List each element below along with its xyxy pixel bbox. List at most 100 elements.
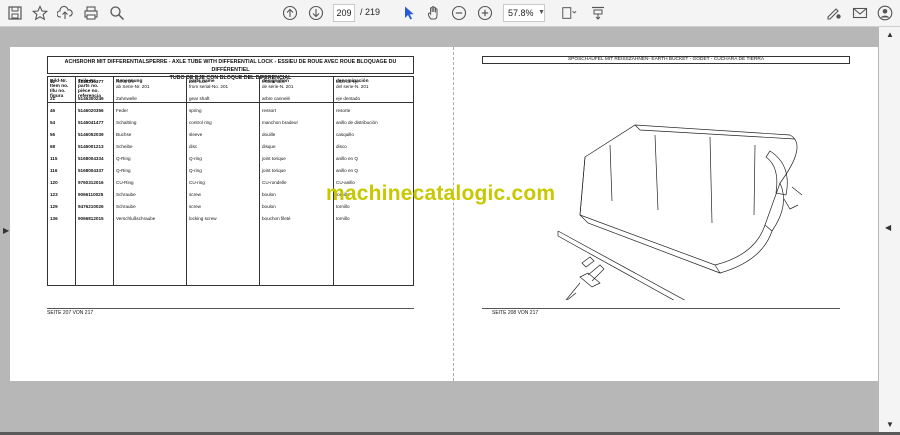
cell-fr: joint torique	[262, 156, 286, 161]
cell-es: disco	[336, 144, 347, 149]
cell-en: control ring	[189, 120, 212, 125]
left-panel-toggle-icon[interactable]: ▶	[3, 226, 9, 235]
cell-fr: bouchon fileté	[262, 216, 291, 221]
parts-table: Bild-Nr. Item no. Illu no. figura Teile-…	[47, 76, 414, 286]
cell-part-no: 5146052039	[78, 132, 104, 137]
cell-de: Q-Ring	[116, 168, 131, 173]
page-number-input[interactable]: 209	[333, 4, 355, 22]
hand-pan-icon[interactable]	[424, 4, 444, 22]
column-rule	[186, 77, 187, 285]
cell-es: anillo de distribución	[336, 120, 378, 125]
account-icon[interactable]	[875, 4, 895, 22]
cell-en: locking screw	[189, 216, 217, 221]
cell-part-no: 5168004337	[78, 168, 104, 173]
cell-part-no: 5146041477	[78, 120, 104, 125]
column-rule	[259, 77, 260, 285]
cell-de: Schraube	[116, 204, 136, 209]
page-down-icon[interactable]	[306, 4, 326, 22]
cell-fr: douille	[262, 132, 276, 137]
viewer-toolbar: 209 / 219 57.8% ▼	[0, 0, 900, 27]
scroll-down-icon[interactable]: ▼	[886, 420, 894, 429]
cell-part-no: 5146001213	[78, 144, 104, 149]
sign-icon[interactable]	[824, 4, 844, 22]
cell-part-no: 5146300249	[78, 96, 104, 101]
fit-page-icon[interactable]	[557, 4, 581, 22]
cell-de: CU-Ring	[116, 180, 134, 185]
cell-en: sleeve	[189, 132, 203, 137]
cell-es: casquillo	[336, 132, 354, 137]
cell-en: axle tube from serial-No. 201	[189, 79, 229, 89]
cell-part-no: 9760312016	[78, 180, 104, 185]
cell-de: Q-Ring	[116, 156, 131, 161]
cell-es: eje dentado	[336, 96, 361, 101]
cell-part-no: 5146210377	[78, 79, 104, 84]
chevron-down-icon[interactable]: ▼	[538, 9, 545, 16]
right-panel-toggle-icon[interactable]: ◀	[885, 223, 891, 232]
left-footer-rule	[47, 308, 414, 309]
cell-en: screw	[189, 192, 201, 197]
cell-es: tubo de eje del serie-N. 201	[336, 79, 369, 89]
page-up-icon[interactable]	[280, 4, 300, 22]
cell-item: 68	[50, 144, 56, 149]
cell-de: Achsrohr ab Serie-Nr. 201	[116, 79, 150, 89]
cell-en: gear shaft	[189, 96, 210, 101]
upload-icon[interactable]	[55, 4, 75, 22]
cell-de: Verschlußschraube	[116, 216, 156, 221]
cell-fr: ressort	[262, 108, 277, 113]
page-divider	[453, 47, 454, 381]
cell-item: 56	[50, 132, 56, 137]
bookmark-star-icon[interactable]	[30, 4, 50, 22]
cell-es: resorte	[336, 108, 351, 113]
select-cursor-icon[interactable]	[399, 4, 419, 22]
scroll-up-icon[interactable]: ▲	[886, 30, 894, 39]
cell-item: 116	[50, 168, 58, 173]
cell-en: CU-ring	[189, 180, 205, 185]
cell-de: Schraube	[116, 192, 136, 197]
left-page-title: ACHSROHR MIT DIFFERENTIALSPERRE - AXLE T…	[47, 56, 414, 81]
zoom-out-icon[interactable]	[449, 4, 469, 22]
cell-es: tornillo	[336, 216, 350, 221]
cell-item: 123	[50, 192, 58, 197]
cell-de: Scheibe	[116, 144, 133, 149]
earth-bucket-drawing	[557, 124, 803, 300]
zoom-search-icon[interactable]	[107, 4, 127, 22]
cell-de: Buchse	[116, 132, 132, 137]
cell-de: Feder	[116, 108, 129, 113]
cell-en: screw	[189, 204, 201, 209]
save-icon[interactable]	[5, 4, 25, 22]
cell-fr: CU-rondelle	[262, 180, 287, 185]
header-rule	[48, 102, 413, 103]
cell-item: 54	[50, 120, 56, 125]
cell-fr: manchon bradeur	[262, 120, 299, 125]
cell-de: Schaltring	[116, 120, 137, 125]
left-page-footer: SEITE 207 VON 217	[47, 310, 94, 316]
cell-fr: disque	[262, 144, 276, 149]
scroll-mode-icon[interactable]	[588, 4, 608, 22]
cell-part-no: 9066812015	[78, 216, 104, 221]
cell-fr: boulon	[262, 192, 276, 197]
cell-part-no: 9066110025	[78, 192, 104, 197]
right-page-title: SPOSCHAUFEL MIT REISSZÄHNEN- EARTH BUCKE…	[482, 56, 850, 64]
email-icon[interactable]	[850, 4, 870, 22]
right-footer-rule	[482, 308, 840, 309]
cell-part-no: 9476210026	[78, 204, 104, 209]
cell-item: 46	[50, 108, 56, 113]
left-page-title-line1: ACHSROHR MIT DIFFERENTIALSPERRE - AXLE T…	[64, 59, 397, 73]
zoom-in-icon[interactable]	[475, 4, 495, 22]
cell-fr: boulon	[262, 204, 276, 209]
cell-de: Zahnwelle	[116, 96, 137, 101]
right-page-footer: SEITE 208 VON 217	[492, 310, 539, 316]
column-rule	[333, 77, 334, 285]
cell-item: 129	[50, 204, 58, 209]
right-tools-pane: ▲ ◀ ▼	[879, 27, 900, 432]
cell-es: anillo en Q	[336, 156, 358, 161]
cell-part-no: 5146020356	[78, 108, 104, 113]
cell-part-no: 5168004334	[78, 156, 104, 161]
column-rule	[113, 77, 114, 285]
cell-fr: essieu tube de série-N. 201	[262, 79, 294, 89]
page-total-label: / 219	[360, 7, 381, 17]
print-icon[interactable]	[81, 4, 101, 22]
cell-item: 136	[50, 216, 58, 221]
column-rule	[75, 77, 76, 285]
cell-en: Q-ring	[189, 168, 202, 173]
